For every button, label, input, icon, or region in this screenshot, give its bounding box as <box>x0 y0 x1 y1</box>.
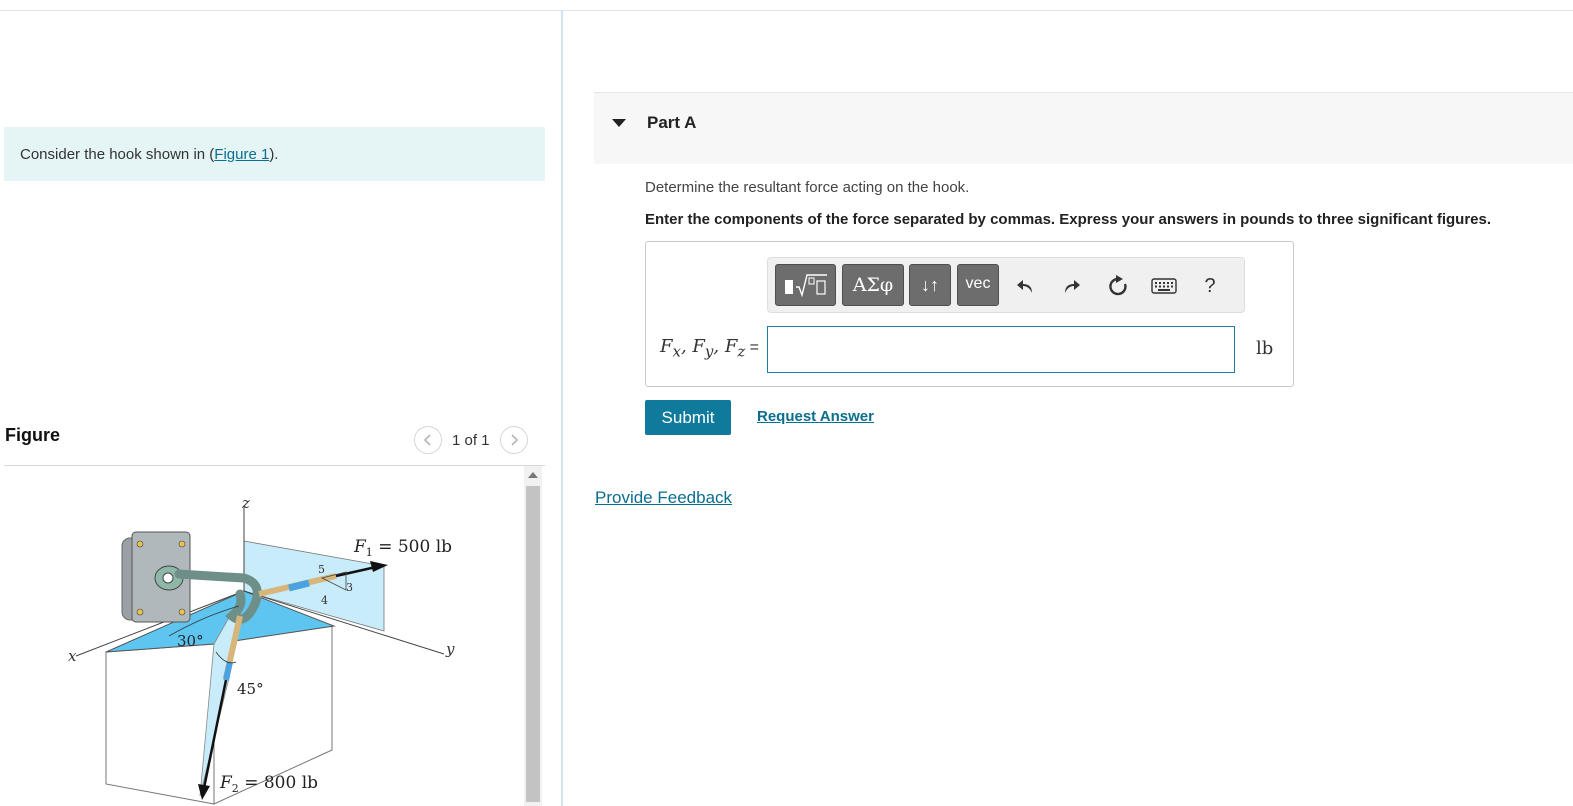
intro-panel: Consider the hook shown in (Figure 1). <box>4 127 545 181</box>
reset-button[interactable] <box>1105 272 1131 300</box>
arrows-button[interactable]: ↓↑ <box>909 264 951 306</box>
y-axis-label: y <box>445 640 455 658</box>
fz-symbol: , F <box>713 336 738 357</box>
figure-link[interactable]: Figure 1 <box>214 146 269 163</box>
fx-symbol: F <box>660 336 673 357</box>
slope-3-label: 3 <box>346 581 353 594</box>
fy-symbol: , F <box>680 336 705 357</box>
prev-figure-button[interactable] <box>414 426 442 454</box>
fraction-sqrt-template-icon <box>784 274 827 298</box>
part-a-header[interactable]: Part A <box>594 92 1573 164</box>
chevron-left-icon <box>423 434 431 446</box>
figure-scrollbar[interactable] <box>524 466 542 806</box>
help-button[interactable]: ? <box>1200 272 1220 300</box>
hook-diagram: z x y F1 = 500 lb F2 = 800 lb 30° 45° 5 … <box>68 494 455 805</box>
angle-45-label: 45° <box>237 680 264 698</box>
part-title: Part A <box>647 113 697 132</box>
f1-value: = 500 lb <box>373 537 452 557</box>
fx-subscript: x <box>672 342 681 361</box>
angle-30-label: 30° <box>177 632 204 650</box>
undo-icon <box>1017 280 1032 293</box>
scroll-thumb[interactable] <box>526 486 540 802</box>
math-toolbar: ΑΣφ ↓↑ vec ? <box>767 257 1245 313</box>
keyboard-button[interactable] <box>1149 272 1179 300</box>
answer-input[interactable] <box>767 326 1235 373</box>
undo-button[interactable] <box>1012 272 1038 300</box>
templates-button[interactable] <box>775 264 836 306</box>
intro-text: Consider the hook shown in ( <box>20 146 215 163</box>
f1-subscript: 1 <box>366 546 373 559</box>
f2-value: = 800 lb <box>239 773 318 793</box>
provide-feedback-link[interactable]: Provide Feedback <box>595 488 732 508</box>
figure-pager: 1 of 1 <box>414 425 528 455</box>
intro-text-end: ). <box>269 146 279 163</box>
greek-symbols-button[interactable]: ΑΣφ <box>842 264 904 306</box>
equals-sign: = <box>745 339 760 356</box>
figure-image: z x y F1 = 500 lb F2 = 800 lb 30° 45° 5 … <box>4 466 523 806</box>
top-border <box>0 10 1573 11</box>
reset-icon <box>1109 275 1127 296</box>
f1-label: F1 = 500 lb <box>353 537 452 559</box>
question-text: Determine the resultant force acting on … <box>645 179 970 196</box>
z-axis-label: z <box>241 494 250 512</box>
request-answer-link[interactable]: Request Answer <box>757 408 874 425</box>
question-instruction: Enter the components of the force separa… <box>645 211 1492 228</box>
slope-4-label: 4 <box>321 594 328 607</box>
vector-button[interactable]: vec <box>957 264 999 306</box>
redo-button[interactable] <box>1059 272 1085 300</box>
collapse-caret-icon[interactable] <box>612 119 626 127</box>
f2-subscript: 2 <box>232 782 239 795</box>
pager-text: 1 of 1 <box>452 431 490 449</box>
x-axis-label: x <box>68 647 77 665</box>
column-divider <box>561 10 563 806</box>
figure-title: Figure <box>5 425 61 445</box>
slope-5-label: 5 <box>318 563 325 576</box>
redo-icon <box>1065 280 1080 293</box>
answer-label: Fx, Fy, Fz = <box>660 336 759 361</box>
unit-label: lb <box>1256 338 1274 359</box>
keyboard-icon <box>1151 278 1177 294</box>
answer-box: ΑΣφ ↓↑ vec ? Fx, Fy, Fz = lb <box>645 241 1294 387</box>
submit-button[interactable]: Submit <box>645 400 731 435</box>
chevron-right-icon <box>510 434 518 446</box>
scroll-up-arrow-icon[interactable] <box>528 472 538 478</box>
next-figure-button[interactable] <box>499 426 528 454</box>
